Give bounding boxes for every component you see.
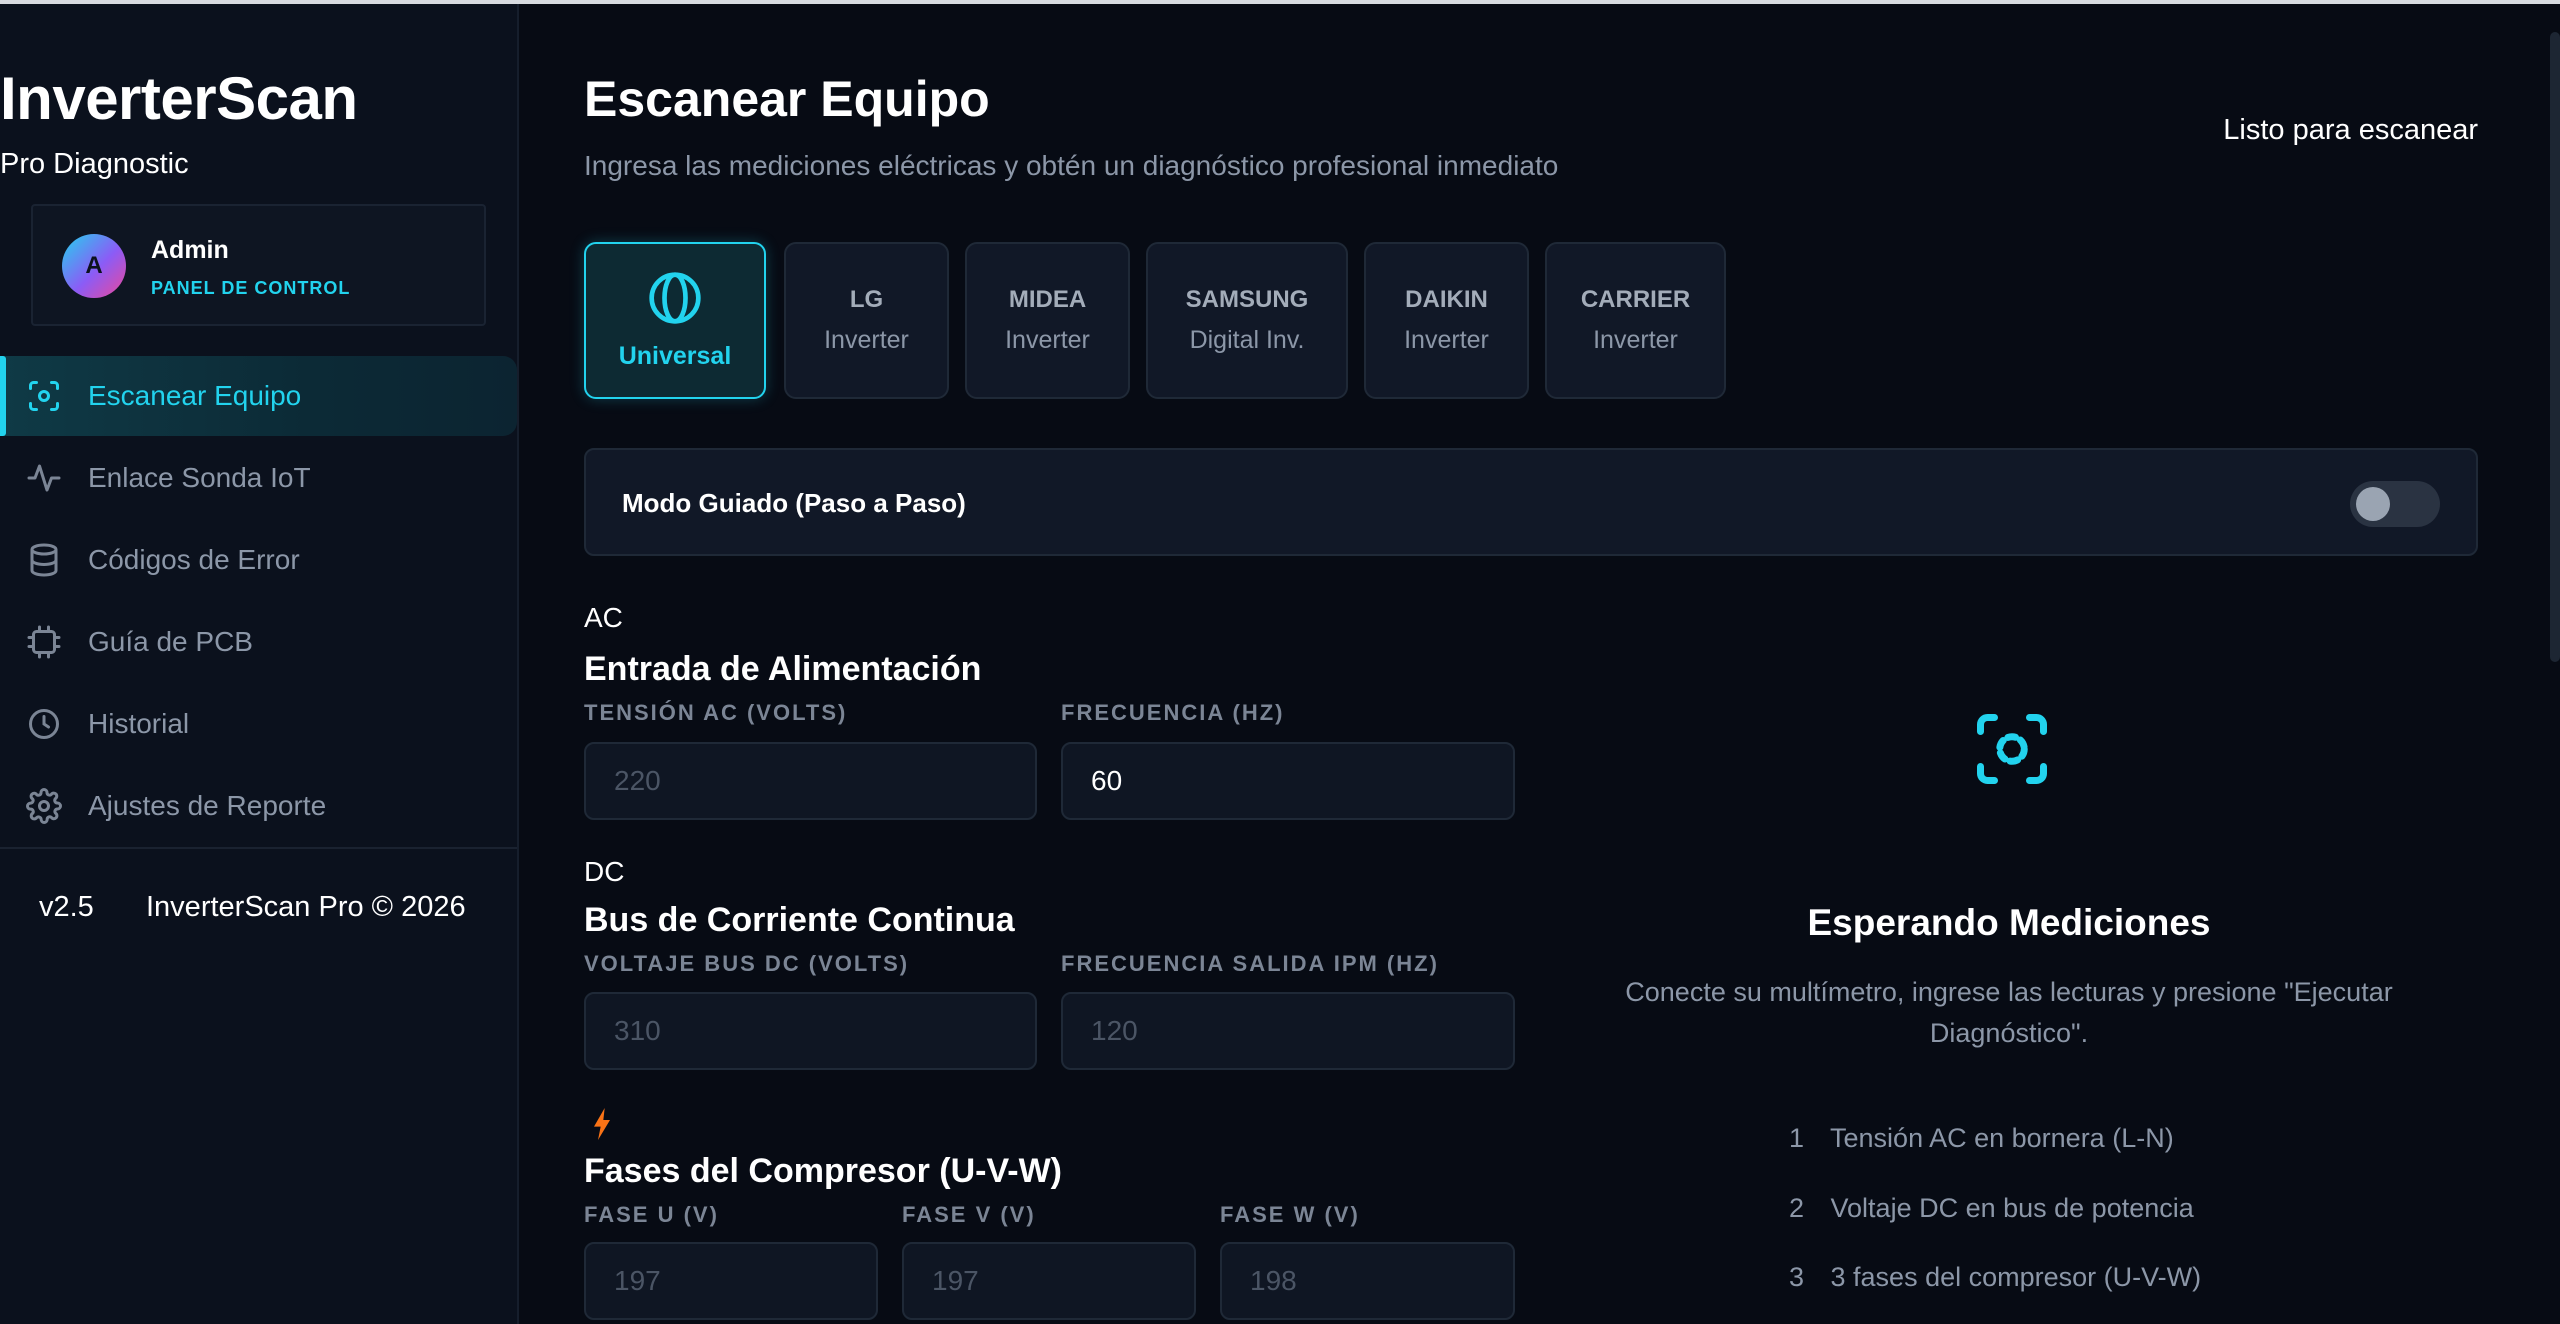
- user-card[interactable]: A Admin PANEL DE CONTROL: [31, 204, 486, 326]
- field-label: FASE V (V): [902, 1202, 1036, 1227]
- step-text: 3 fases del compresor (U-V-W): [1830, 1262, 2202, 1292]
- copyright: InverterScan Pro © 2026: [146, 891, 466, 923]
- brand-option-midea[interactable]: MIDEA Inverter: [965, 242, 1130, 399]
- brand-option-carrier[interactable]: CARRIER Inverter: [1545, 242, 1726, 399]
- user-role: PANEL DE CONTROL: [151, 278, 351, 298]
- sidebar-item-escanear-equipo[interactable]: Escanear Equipo: [0, 356, 517, 436]
- sidebar-item-enlace-sonda-iot[interactable]: Enlace Sonda IoT: [0, 438, 517, 518]
- ipm-frequency-input[interactable]: [1061, 992, 1515, 1070]
- activity-icon: [27, 464, 61, 492]
- checklist-step: 1 Tensión AC en bornera (L-N): [1789, 1123, 2174, 1154]
- brand-type: Inverter: [1593, 326, 1678, 354]
- guided-mode-panel: Modo Guiado (Paso a Paso): [584, 448, 2478, 556]
- checklist-step: 3 3 fases del compresor (U-V-W): [1789, 1262, 2201, 1293]
- section-title-ac: Entrada de Alimentación: [584, 650, 982, 688]
- section-title-dc: Bus de Corriente Continua: [584, 901, 1015, 939]
- brand-name: CARRIER: [1580, 286, 1691, 313]
- section-title-phases: Fases del Compresor (U-V-W): [584, 1152, 1062, 1190]
- clock-icon: [29, 709, 59, 739]
- phase-w-input[interactable]: [1220, 1242, 1515, 1320]
- brand-name: SAMSUNG: [1185, 286, 1309, 313]
- sidebar-item-label: Historial: [88, 708, 190, 739]
- scan-icon: [29, 381, 59, 411]
- step-text: Tensión AC en bornera (L-N): [1830, 1123, 2174, 1153]
- database-icon: [30, 543, 58, 577]
- user-name: Admin: [151, 236, 229, 264]
- sidebar-item-historial[interactable]: Historial: [0, 684, 517, 764]
- section-tag-dc: DC: [584, 856, 625, 887]
- brand-option-samsung[interactable]: SAMSUNG Digital Inv.: [1146, 242, 1348, 399]
- brand-type: Inverter: [824, 326, 909, 354]
- field-label: FASE W (V): [1220, 1202, 1360, 1227]
- field-label: FRECUENCIA SALIDA IPM (HZ): [1061, 951, 1439, 976]
- step-number: 3: [1789, 1262, 1805, 1292]
- bolt-icon: [594, 1108, 610, 1140]
- waiting-title: Esperando Mediciones: [1807, 902, 2211, 943]
- waiting-description: Conecte su multímetro, ingrese las lectu…: [1625, 977, 2393, 1048]
- sidebar-divider: [0, 847, 517, 849]
- toggle-knob: [2356, 487, 2390, 521]
- page-title: Escanear Equipo: [584, 71, 990, 127]
- sidebar-item-ajustes-de-reporte[interactable]: Ajustes de Reporte: [0, 766, 517, 846]
- sidebar-item-label: Escanear Equipo: [88, 380, 302, 411]
- sidebar-item-label: Enlace Sonda IoT: [88, 462, 311, 493]
- brand-name: MIDEA: [1008, 286, 1087, 313]
- ac-voltage-input[interactable]: [584, 742, 1037, 820]
- sidebar-item-label: Guía de PCB: [88, 626, 253, 657]
- brand-name: DAIKIN: [1405, 286, 1488, 313]
- guided-mode-label: Modo Guiado (Paso a Paso): [622, 488, 966, 518]
- scan-placeholder-icon: [1977, 714, 2047, 784]
- brand-option-daikin[interactable]: DAIKIN Inverter: [1364, 242, 1529, 399]
- brand-type: Inverter: [1404, 326, 1489, 354]
- phase-v-input[interactable]: [902, 1242, 1196, 1320]
- scrollbar-thumb[interactable]: [2550, 32, 2560, 662]
- sidebar-item-label: Códigos de Error: [88, 544, 300, 575]
- app-version: v2.5: [39, 891, 94, 923]
- phase-u-input[interactable]: [584, 1242, 878, 1320]
- gear-icon: [26, 788, 62, 824]
- dc-bus-voltage-input[interactable]: [584, 992, 1037, 1070]
- globe-icon: [649, 272, 701, 324]
- brand-type: Digital Inv.: [1189, 326, 1305, 354]
- field-label: VOLTAJE BUS DC (VOLTS): [584, 951, 910, 976]
- ac-frequency-input[interactable]: [1061, 742, 1515, 820]
- main-content: Escanear Equipo Ingresa las mediciones e…: [521, 4, 2560, 1324]
- sidebar-item-codigos-de-error[interactable]: Códigos de Error: [0, 520, 517, 600]
- field-label: FRECUENCIA (HZ): [1061, 700, 1285, 725]
- sidebar-item-guia-de-pcb[interactable]: Guía de PCB: [0, 602, 517, 682]
- guided-mode-toggle[interactable]: [2350, 481, 2440, 527]
- brand-option-universal[interactable]: Universal: [584, 242, 766, 399]
- step-number: 2: [1789, 1193, 1805, 1223]
- scan-status: Listo para escanear: [2223, 114, 2478, 146]
- section-tag-ac: AC: [584, 602, 623, 633]
- brand-name: Universal: [618, 342, 732, 370]
- avatar: A: [62, 234, 126, 298]
- checklist-step: 2 Voltaje DC en bus de potencia: [1789, 1193, 2194, 1224]
- brand-name: LG: [849, 286, 884, 313]
- brand-option-lg[interactable]: LG Inverter: [784, 242, 949, 399]
- field-label: FASE U (V): [584, 1202, 719, 1227]
- app-subtitle: Pro Diagnostic: [0, 148, 189, 180]
- app-title: InverterScan: [0, 65, 358, 132]
- step-text: Voltaje DC en bus de potencia: [1830, 1193, 2194, 1223]
- chip-icon: [27, 625, 61, 659]
- step-number: 1: [1789, 1123, 1805, 1153]
- page-subtitle: Ingresa las mediciones eléctricas y obté…: [584, 150, 1559, 181]
- sidebar-item-label: Ajustes de Reporte: [88, 790, 327, 821]
- brand-type: Inverter: [1005, 326, 1090, 354]
- field-label: TENSIÓN AC (VOLTS): [584, 700, 848, 725]
- sidebar: InverterScan Pro Diagnostic A Admin PANE…: [0, 4, 519, 1324]
